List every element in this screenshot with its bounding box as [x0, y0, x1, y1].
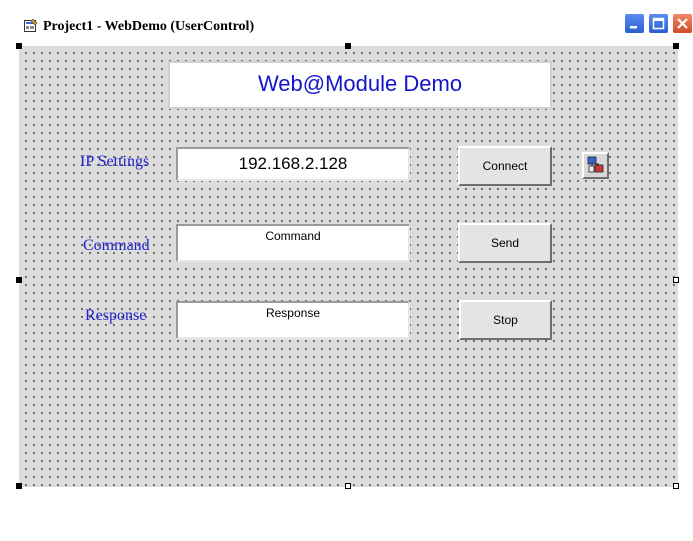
- form-design-surface[interactable]: [19, 46, 678, 487]
- minimize-button[interactable]: [624, 13, 645, 34]
- ip-address-field[interactable]: 192.168.2.128: [176, 147, 410, 181]
- winsock-control[interactable]: [582, 152, 609, 179]
- resize-handle-middle-right[interactable]: [673, 277, 679, 283]
- resize-handle-bottom-right[interactable]: [673, 483, 679, 489]
- command-field[interactable]: Command: [176, 224, 410, 262]
- heading-text: Web@Module Demo: [257, 71, 463, 96]
- resize-handle-bottom-left[interactable]: [16, 483, 22, 489]
- usercontrol-icon: [24, 19, 38, 32]
- resize-handle-top-right[interactable]: [673, 43, 679, 49]
- connect-button[interactable]: Connect: [458, 146, 552, 186]
- close-button[interactable]: [672, 13, 693, 34]
- resize-handle-bottom-center[interactable]: [345, 483, 351, 489]
- command-label: Command: [83, 237, 150, 254]
- ip-settings-label: IP Settings: [80, 153, 150, 170]
- response-field[interactable]: Response: [176, 301, 410, 339]
- send-button[interactable]: Send: [458, 223, 552, 263]
- resize-handle-top-left[interactable]: [16, 43, 22, 49]
- winsock-control-icon: [587, 156, 604, 173]
- maximize-button[interactable]: [648, 13, 669, 34]
- response-label: Response: [85, 307, 147, 324]
- stop-button[interactable]: Stop: [459, 300, 552, 340]
- minimize-icon: [630, 26, 637, 29]
- window-title: Project1 - WebDemo (UserControl): [43, 19, 255, 34]
- maximize-icon: [652, 17, 665, 30]
- resize-handle-middle-left[interactable]: [16, 277, 22, 283]
- resize-handle-top-center[interactable]: [345, 43, 351, 49]
- title-bar: Project1 - WebDemo (UserControl): [0, 0, 693, 41]
- close-icon: [677, 18, 688, 29]
- heading-label[interactable]: Web@Module Demo: [168, 61, 552, 109]
